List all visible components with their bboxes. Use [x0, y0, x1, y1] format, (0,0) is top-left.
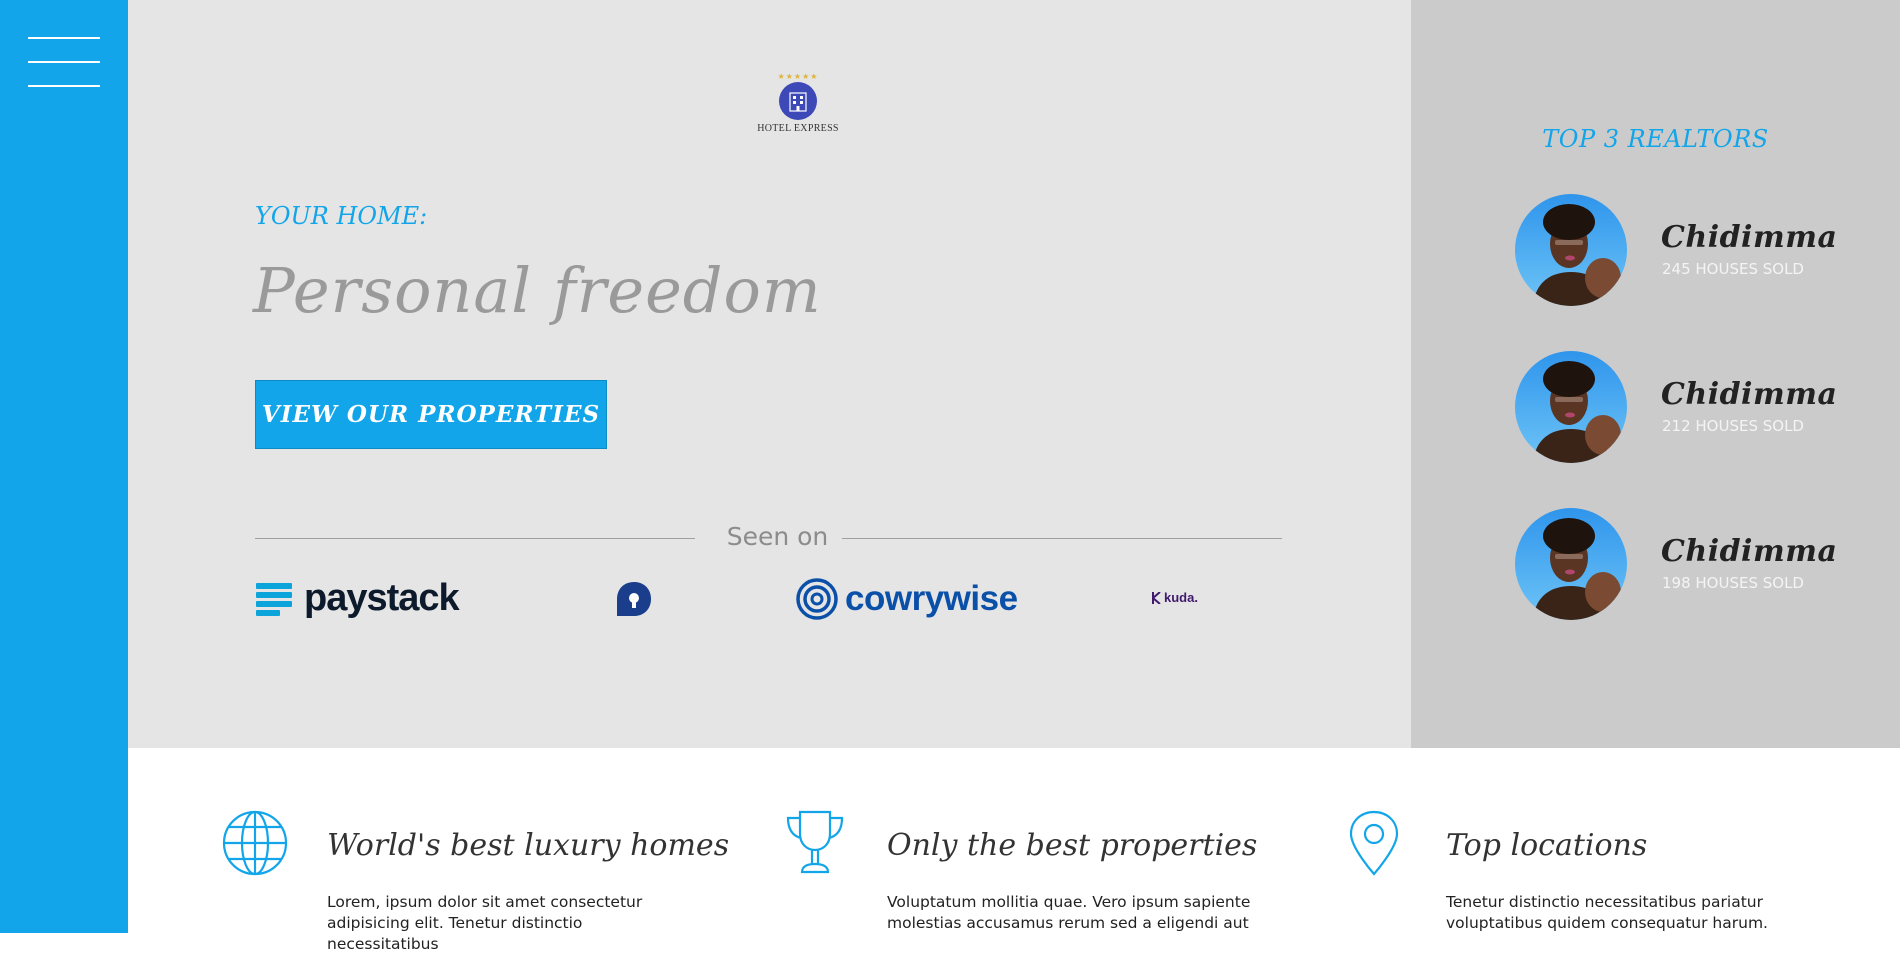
realtor-houses-sold: 198 HOUSES SOLD: [1662, 574, 1804, 592]
realtors-title: TOP 3 REALTORS: [1542, 125, 1769, 153]
realtor-card[interactable]: Chidimma 245 HOUSES SOLD: [1515, 194, 1895, 306]
hotel-express-logo[interactable]: ★★★★★ HOTEL EXPRESS: [728, 72, 868, 134]
seen-on-divider-left: [255, 538, 695, 539]
cowrywise-wordmark: cowrywise: [845, 579, 1018, 618]
sidebar: [0, 0, 128, 933]
paystack-wordmark: paystack: [304, 577, 460, 619]
top-realtors-panel: TOP 3 REALTORS Chidimma 245 HOUSES SOLD: [1411, 0, 1900, 748]
feature-title: World's best luxury homes: [327, 828, 730, 863]
feature-description: Lorem, ipsum dolor sit amet consectetur …: [327, 893, 643, 953]
hero-headline: Personal freedom: [253, 254, 822, 327]
feature-title: Only the best properties: [887, 828, 1258, 863]
piggyvest-icon: [617, 582, 651, 616]
paystack-logo[interactable]: paystack: [256, 577, 460, 620]
building-icon: [779, 82, 817, 120]
feature-description: Voluptatum mollitia quae. Vero ipsum sap…: [887, 893, 1251, 932]
realtor-name: Chidimma: [1661, 220, 1838, 255]
avatar: [1515, 194, 1627, 306]
realtor-name: Chidimma: [1661, 534, 1838, 569]
realtor-name: Chidimma: [1661, 377, 1838, 412]
seen-on-divider-right: [842, 538, 1282, 539]
map-pin-icon: [1349, 810, 1399, 876]
avatar: [1515, 508, 1627, 620]
piggyvest-logo[interactable]: [615, 580, 653, 618]
hero-section: ★★★★★ HOTEL EXPRESS YOUR HOME: Personal …: [128, 0, 1411, 748]
logo-text: HOTEL EXPRESS: [757, 123, 839, 134]
stars-icon: ★★★★★: [777, 72, 819, 81]
realtor-houses-sold: 212 HOUSES SOLD: [1662, 417, 1804, 435]
feature-description: Tenetur distinctio necessitatibus pariat…: [1446, 893, 1768, 932]
globe-icon: [222, 810, 288, 876]
kuda-icon: [1152, 591, 1161, 604]
kuda-wordmark: kuda.: [1164, 590, 1198, 605]
features-section: World's best luxury homes Lorem, ipsum d…: [128, 748, 1900, 953]
view-properties-button[interactable]: VIEW OUR PROPERTIES: [255, 380, 607, 449]
avatar: [1515, 351, 1627, 463]
realtor-houses-sold: 245 HOUSES SOLD: [1662, 260, 1804, 278]
cowrywise-icon: [796, 578, 838, 620]
seen-on-label: Seen on: [726, 522, 829, 551]
feature-title: Top locations: [1446, 828, 1648, 863]
realtor-card[interactable]: Chidimma 212 HOUSES SOLD: [1515, 351, 1895, 463]
cowrywise-logo[interactable]: cowrywise: [796, 578, 1018, 620]
realtor-card[interactable]: Chidimma 198 HOUSES SOLD: [1515, 508, 1895, 620]
trophy-icon: [786, 810, 844, 874]
paystack-icon: [256, 582, 292, 616]
kuda-logo[interactable]: kuda.: [1152, 590, 1198, 605]
menu-icon[interactable]: [28, 36, 100, 88]
hero-kicker: YOUR HOME:: [255, 202, 428, 230]
